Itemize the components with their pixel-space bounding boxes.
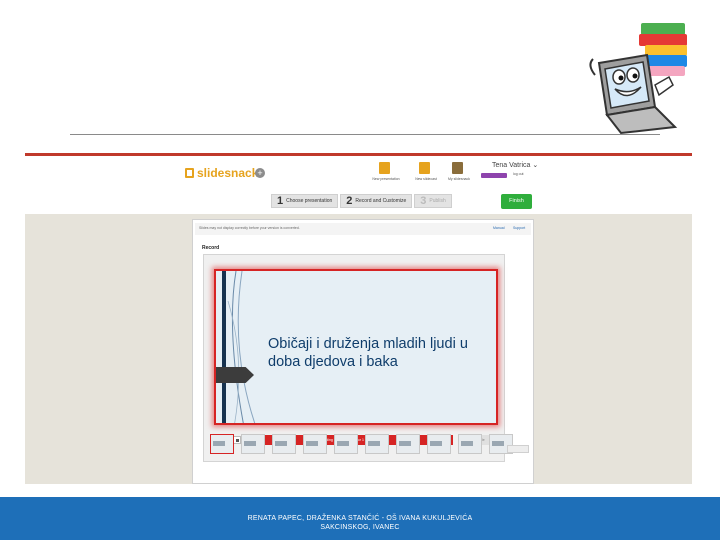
slide-thumbnail[interactable] bbox=[427, 434, 451, 454]
plus-circle-icon[interactable]: + bbox=[255, 168, 265, 178]
nav-label: My slidesnack bbox=[448, 177, 470, 181]
info-bar: Slides may not display correctly before … bbox=[195, 223, 531, 235]
app-header: slidesnack + New presentation New slidec… bbox=[25, 153, 692, 214]
slide-thumbnail[interactable] bbox=[210, 434, 234, 454]
upgrade-button[interactable] bbox=[481, 173, 507, 178]
step-number: 1 bbox=[277, 195, 284, 207]
info-text: Slides may not display correctly before … bbox=[199, 226, 300, 230]
slide-title: Običaji i druženja mladih ljudi u doba d… bbox=[268, 336, 468, 370]
step-label: Record and Customize bbox=[355, 198, 407, 204]
nav-my-slidesnack[interactable]: My slidesnack bbox=[443, 160, 471, 190]
new-slidecast-icon bbox=[419, 162, 430, 174]
current-slide[interactable]: Običaji i druženja mladih ljudi u doba d… bbox=[214, 269, 498, 425]
slide-canvas: slidesnack + New presentation New slidec… bbox=[0, 0, 720, 540]
step-choose-presentation[interactable]: 1 Choose presentation bbox=[271, 194, 339, 208]
slidesnack-screenshot: slidesnack + New presentation New slidec… bbox=[25, 153, 692, 484]
slide-stage: Običaji i druženja mladih ljudi u doba d… bbox=[203, 254, 505, 462]
my-slidesnack-icon bbox=[452, 162, 463, 174]
nav-new-slidecast[interactable]: New slidecast bbox=[410, 160, 438, 190]
new-presentation-icon bbox=[379, 162, 390, 174]
support-link[interactable]: Support bbox=[513, 226, 525, 230]
divider-line bbox=[70, 134, 660, 135]
wizard-steps: 1 Choose presentation 2 Record and Custo… bbox=[271, 194, 452, 208]
laptop-with-books-clipart-icon bbox=[589, 23, 687, 135]
manual-link[interactable]: Manual bbox=[493, 226, 504, 230]
slide-thumbnail[interactable] bbox=[458, 434, 482, 454]
credits-line-1: RENATA PAPEC, DRAŽENKA STANČIĆ - OŠ IVAN… bbox=[247, 515, 473, 522]
step-number: 3 bbox=[420, 195, 427, 207]
slide-thumbnails bbox=[210, 434, 513, 454]
step-number: 2 bbox=[346, 195, 353, 207]
credits-line-2: SAKCINSKOG, IVANEC bbox=[320, 524, 400, 531]
author-credits: RENATA PAPEC, DRAŽENKA STANČIĆ - OŠ IVAN… bbox=[180, 514, 540, 532]
user-name: Tena Vatrica bbox=[492, 162, 531, 169]
slidesnack-logo-icon bbox=[185, 168, 194, 178]
chevron-down-icon: ⌄ bbox=[532, 162, 539, 169]
slide-thumbnail[interactable] bbox=[241, 434, 265, 454]
slide-thumbnail[interactable] bbox=[365, 434, 389, 454]
slide-thumbnail[interactable] bbox=[396, 434, 420, 454]
slide-thumbnail[interactable] bbox=[334, 434, 358, 454]
step-label: Publish bbox=[429, 198, 446, 204]
nav-label: New presentation bbox=[372, 177, 400, 181]
step-label: Choose presentation bbox=[286, 198, 333, 204]
step-record-and-customize[interactable]: 2 Record and Customize bbox=[340, 194, 413, 208]
step-publish[interactable]: 3 Publish bbox=[414, 194, 452, 208]
thumbnail-scroll-button[interactable] bbox=[507, 445, 529, 453]
slide-thumbnail[interactable] bbox=[303, 434, 327, 454]
nav-new-presentation[interactable]: New presentation bbox=[370, 160, 400, 190]
slidesnack-logo[interactable]: slidesnack bbox=[185, 166, 258, 180]
logo-text: slidesnack bbox=[197, 166, 259, 180]
footer-bar: RENATA PAPEC, DRAŽENKA STANČIĆ - OŠ IVAN… bbox=[0, 497, 720, 540]
logout-link[interactable]: log out bbox=[513, 172, 524, 176]
section-title: Record bbox=[202, 245, 220, 251]
finish-button[interactable]: Finish bbox=[501, 194, 532, 209]
slide-thumbnail[interactable] bbox=[272, 434, 296, 454]
record-panel: Slides may not display correctly before … bbox=[192, 219, 534, 484]
user-menu[interactable]: Tena Vatrica ⌄ bbox=[492, 161, 538, 169]
